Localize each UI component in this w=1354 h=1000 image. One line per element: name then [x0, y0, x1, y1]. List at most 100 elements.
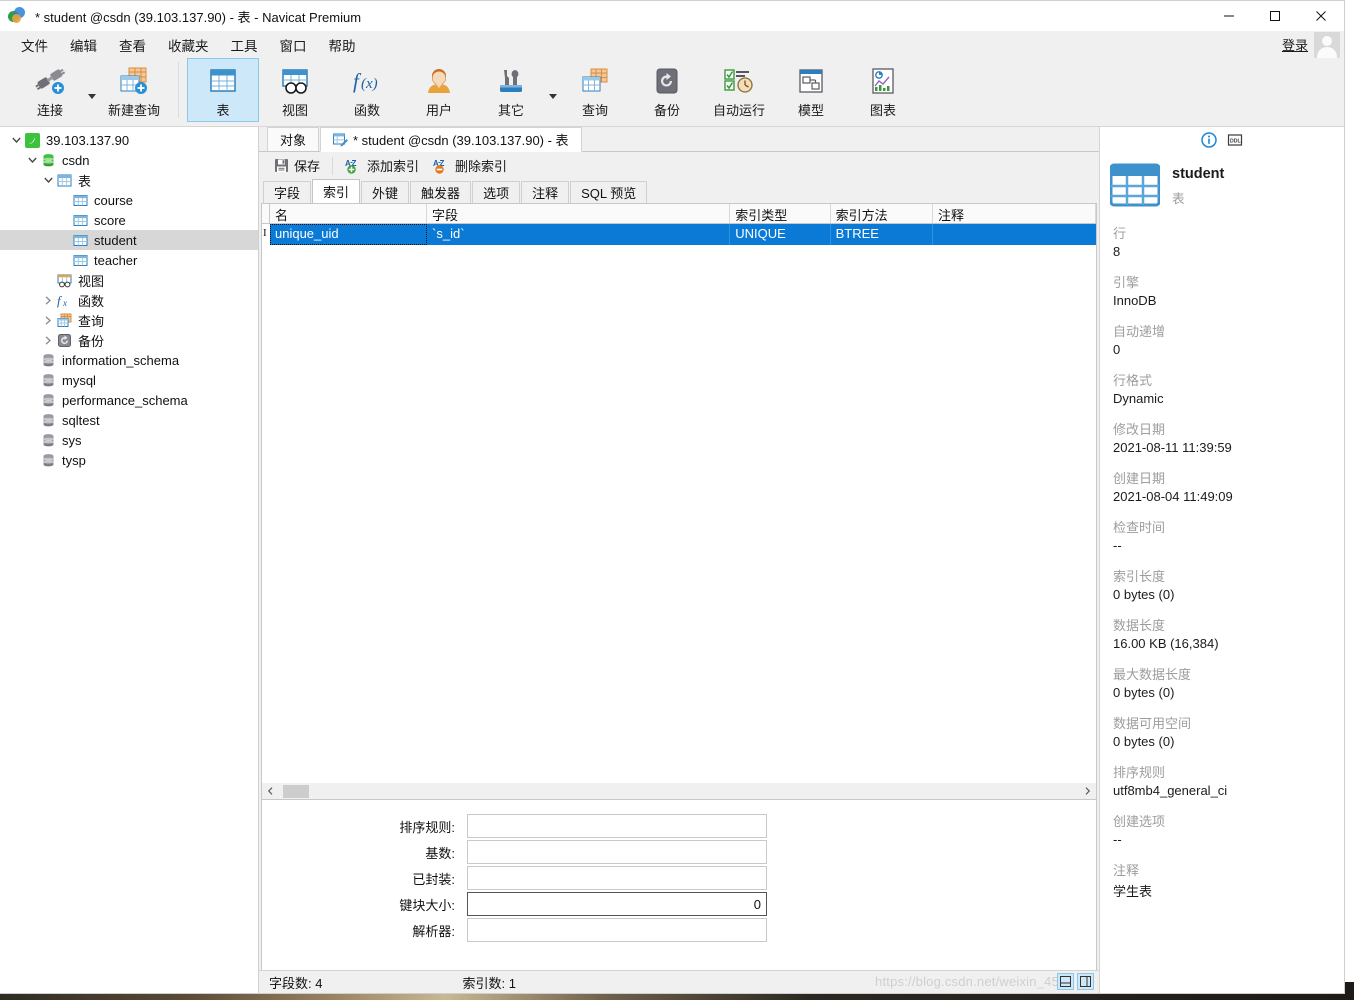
ribbon-button-backup[interactable]: 备份: [631, 58, 703, 122]
sub-tab-options[interactable]: 选项: [472, 181, 520, 203]
grid-cell-comment[interactable]: [933, 224, 1096, 245]
chevron-down-icon[interactable]: [86, 58, 98, 122]
packed-input[interactable]: [467, 866, 767, 890]
table-row[interactable]: I unique_uid `s_id` UNIQUE BTREE: [262, 224, 1096, 245]
grid-column-header-name[interactable]: 名: [270, 204, 427, 223]
scrollbar-track[interactable]: [279, 784, 1079, 799]
toggle-right-panel-icon[interactable]: [1077, 973, 1094, 990]
sidebar-item-information-schema[interactable]: information_schema: [0, 350, 258, 370]
ribbon-button-connection[interactable]: 连接: [14, 58, 86, 122]
grid-cell-fields[interactable]: `s_id`: [427, 224, 730, 245]
ribbon-button-chart[interactable]: 图表: [847, 58, 919, 122]
sub-tab-triggers[interactable]: 触发器: [410, 181, 471, 203]
ribbon-label: 表: [216, 100, 229, 119]
chevron-down-icon[interactable]: [8, 137, 24, 143]
horizontal-scrollbar[interactable]: [261, 783, 1097, 800]
ribbon-button-query[interactable]: 查询: [559, 58, 631, 122]
sidebar-item-backups[interactable]: 备份: [0, 330, 258, 350]
close-icon[interactable]: [1298, 1, 1344, 31]
ribbon-button-view[interactable]: 视图: [259, 58, 331, 122]
grid-cell-index-type[interactable]: UNIQUE: [730, 224, 830, 245]
tab-objects[interactable]: 对象: [267, 127, 319, 151]
grid-column-header-fields[interactable]: 字段: [427, 204, 730, 223]
ribbon-button-other[interactable]: 其它: [475, 58, 547, 122]
toggle-bottom-panel-icon[interactable]: [1057, 973, 1074, 990]
ribbon-button-table[interactable]: 表: [187, 58, 259, 122]
menu-item-edit[interactable]: 编辑: [59, 32, 108, 58]
save-button[interactable]: 保存: [267, 154, 327, 177]
sub-tab-bar: 字段 索引 外键 触发器 选项 注释 SQL 预览: [259, 179, 1099, 203]
sidebar-item-csdn[interactable]: csdn: [0, 150, 258, 170]
chevron-down-icon[interactable]: [24, 157, 40, 163]
sidebar-item-course[interactable]: course: [0, 190, 258, 210]
chevron-down-icon[interactable]: [40, 177, 56, 183]
menu-item-tools[interactable]: 工具: [220, 32, 269, 58]
menu-item-view[interactable]: 查看: [108, 32, 157, 58]
info-panel-header: DDL: [1100, 127, 1344, 149]
grid-cell-index-method[interactable]: BTREE: [831, 224, 933, 245]
sub-tab-indexes[interactable]: 索引: [312, 179, 360, 203]
sidebar-item-sqltest[interactable]: sqltest: [0, 410, 258, 430]
scroll-left-icon[interactable]: [262, 784, 279, 799]
minimize-icon[interactable]: [1206, 1, 1252, 31]
menu-item-file[interactable]: 文件: [10, 32, 59, 58]
ddl-icon[interactable]: DDL: [1227, 131, 1244, 148]
sidebar-item-functions[interactable]: f x 函数: [0, 290, 258, 310]
sub-tab-foreign-keys[interactable]: 外键: [361, 181, 409, 203]
grid-column-header-comment[interactable]: 注释: [933, 204, 1096, 223]
login-link[interactable]: 登录: [1282, 35, 1308, 54]
tab-table-designer[interactable]: * student @csdn (39.103.137.90) - 表: [320, 127, 582, 152]
ribbon-button-automation[interactable]: 自动运行: [703, 58, 775, 122]
text-cursor-icon: I: [263, 227, 267, 239]
sub-tab-fields[interactable]: 字段: [263, 181, 311, 203]
sidebar-item-queries[interactable]: 查询: [0, 310, 258, 330]
sidebar-item-label: course: [94, 193, 133, 208]
connection-icon: [33, 64, 67, 98]
scrollbar-thumb[interactable]: [283, 785, 309, 798]
ribbon-button-user[interactable]: 用户: [403, 58, 475, 122]
table-icon: [72, 193, 89, 208]
key-block-size-input[interactable]: 0: [467, 892, 767, 916]
grid-column-header-index-method[interactable]: 索引方法: [831, 204, 933, 223]
sidebar-item-teacher[interactable]: teacher: [0, 250, 258, 270]
collation-input[interactable]: [467, 814, 767, 838]
sidebar-item-tysp[interactable]: tysp: [0, 450, 258, 470]
sidebar-item-performance-schema[interactable]: performance_schema: [0, 390, 258, 410]
maximize-icon[interactable]: [1252, 1, 1298, 31]
sidebar-item-sys[interactable]: sys: [0, 430, 258, 450]
sidebar-item-server[interactable]: 39.103.137.90: [0, 130, 258, 150]
ribbon-button-new-query[interactable]: 新建查询: [98, 58, 170, 122]
info-property: 行 8: [1113, 223, 1344, 259]
menu-item-window[interactable]: 窗口: [269, 32, 318, 58]
sidebar-tree[interactable]: 39.103.137.90 csdn: [0, 127, 259, 993]
chevron-right-icon[interactable]: [40, 336, 56, 345]
sidebar-item-label: score: [94, 213, 126, 228]
sidebar-item-score[interactable]: score: [0, 210, 258, 230]
ribbon-button-model[interactable]: 模型: [775, 58, 847, 122]
grid-cell-name[interactable]: unique_uid: [270, 224, 427, 245]
cardinality-input[interactable]: [467, 840, 767, 864]
info-property-list: 行 8 引擎 InnoDB 自动递增 0 行格式 Dynamic 修改日期 20…: [1100, 211, 1344, 900]
menu-item-help[interactable]: 帮助: [318, 32, 367, 58]
grid-body[interactable]: I unique_uid `s_id` UNIQUE BTREE: [262, 224, 1096, 783]
sub-tab-comment[interactable]: 注释: [521, 181, 569, 203]
sidebar-item-views[interactable]: 视图: [0, 270, 258, 290]
sidebar-item-student[interactable]: student: [0, 230, 258, 250]
scroll-right-icon[interactable]: [1079, 784, 1096, 799]
grid-column-header-index-type[interactable]: 索引类型: [730, 204, 830, 223]
info-key: 行: [1113, 223, 1344, 242]
chevron-right-icon[interactable]: [40, 316, 56, 325]
sidebar-item-tables-folder[interactable]: 表: [0, 170, 258, 190]
menu-item-favorites[interactable]: 收藏夹: [157, 32, 220, 58]
ribbon-button-function[interactable]: f (x) 函数: [331, 58, 403, 122]
sub-tab-sql-preview[interactable]: SQL 预览: [570, 181, 647, 203]
index-grid[interactable]: 名 字段 索引类型 索引方法 注释 I unique_uid `s_id` UN…: [261, 203, 1097, 783]
sidebar-item-mysql[interactable]: mysql: [0, 370, 258, 390]
info-icon[interactable]: [1201, 131, 1218, 148]
parser-input[interactable]: [467, 918, 767, 942]
avatar[interactable]: [1314, 32, 1340, 58]
chevron-down-icon[interactable]: [547, 58, 559, 122]
chevron-right-icon[interactable]: [40, 296, 56, 305]
delete-index-button[interactable]: A Z 删除索引: [426, 154, 514, 177]
add-index-button[interactable]: A Z 添加索引: [338, 154, 426, 177]
